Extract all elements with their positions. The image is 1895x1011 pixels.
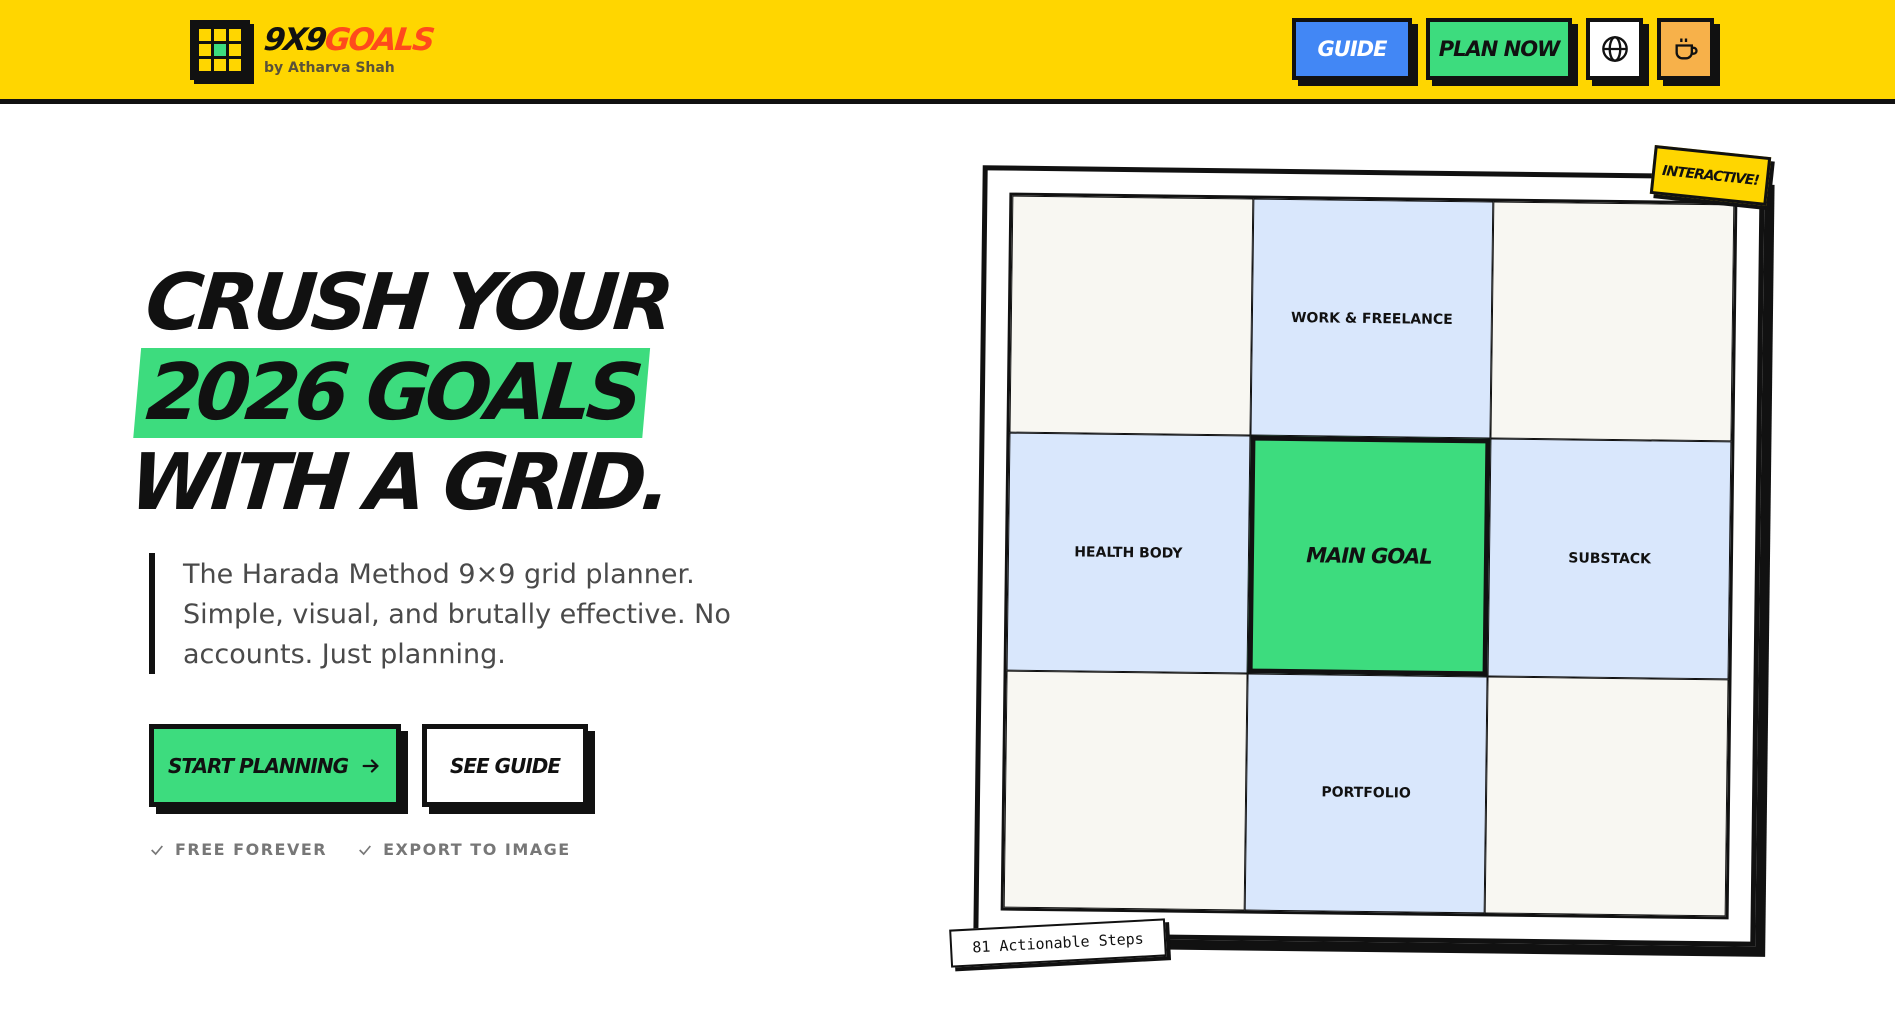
- hero-description: The Harada Method 9×9 grid planner. Simp…: [149, 553, 769, 674]
- grid-preview: WORK & FREELANCE HEALTH BODY MAIN GOAL S…: [973, 165, 1765, 947]
- guide-button[interactable]: GUIDE: [1292, 18, 1412, 80]
- grid-cell-main-goal[interactable]: MAIN GOAL: [1247, 435, 1491, 677]
- see-guide-button[interactable]: SEE GUIDE: [422, 724, 588, 807]
- feature-item: FREE FOREVER: [149, 840, 327, 859]
- brand[interactable]: 9X9GOALS by Atharva Shah: [190, 20, 435, 80]
- coffee-cup-icon: [1675, 38, 1698, 60]
- grid-cell-sub-goal[interactable]: SUBSTACK: [1487, 438, 1732, 680]
- feature-label: FREE FOREVER: [175, 840, 328, 859]
- globe-icon: [1601, 36, 1628, 62]
- hero-title-highlight: 2026 GOALS: [133, 348, 650, 438]
- grid-cell-sub-goal[interactable]: PORTFOLIO: [1244, 673, 1488, 914]
- brand-byline: by Atharva Shah: [264, 60, 395, 76]
- plan-now-button[interactable]: PLAN NOW: [1426, 18, 1572, 80]
- arrow-right-icon: [362, 758, 379, 773]
- grid-logo-icon: [190, 20, 250, 80]
- check-icon: [151, 844, 163, 855]
- header-nav: GUIDE PLAN NOW: [1292, 18, 1714, 80]
- hero-title-line1: CRUSH YOUR: [142, 258, 673, 348]
- top-navbar: 9X9GOALS by Atharva Shah GUIDE PLAN NOW: [0, 0, 1895, 104]
- hero-title: CRUSH YOUR 2026 GOALS WITH A GRID.: [126, 258, 685, 528]
- feature-label: EXPORT TO IMAGE: [383, 840, 571, 859]
- buy-coffee-button[interactable]: [1657, 18, 1714, 80]
- grid-cell-sub-goal[interactable]: WORK & FREELANCE: [1250, 198, 1494, 439]
- brand-text: 9X9GOALS by Atharva Shah: [262, 22, 435, 76]
- brand-title-part1: 9X9: [262, 22, 327, 58]
- grid-cell-empty[interactable]: [1490, 201, 1735, 442]
- brand-title-part2: GOALS: [323, 22, 435, 58]
- start-planning-label: START PLANNING: [167, 753, 349, 778]
- grid-cell-sub-goal[interactable]: HEALTH BODY: [1006, 432, 1251, 674]
- goal-grid: WORK & FREELANCE HEALTH BODY MAIN GOAL S…: [1000, 192, 1738, 920]
- grid-preview-card: WORK & FREELANCE HEALTH BODY MAIN GOAL S…: [973, 165, 1765, 947]
- feature-item: EXPORT TO IMAGE: [357, 840, 571, 859]
- hero-title-line3: WITH A GRID.: [126, 438, 670, 528]
- feature-list: FREE FOREVER EXPORT TO IMAGE: [149, 840, 571, 859]
- check-icon: [359, 844, 372, 855]
- language-button[interactable]: [1586, 18, 1643, 80]
- brand-title: 9X9GOALS: [262, 22, 435, 58]
- grid-cell-empty[interactable]: [1003, 670, 1248, 911]
- grid-cell-empty[interactable]: [1009, 195, 1254, 436]
- start-planning-button[interactable]: START PLANNING: [149, 724, 401, 807]
- grid-cell-empty[interactable]: [1484, 676, 1729, 917]
